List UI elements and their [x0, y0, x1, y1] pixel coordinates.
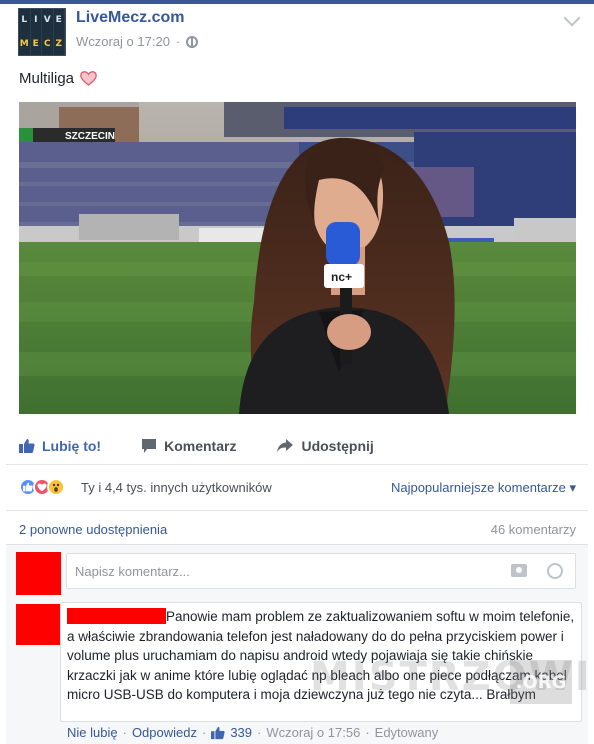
comment-timestamp[interactable]: Wczoraj o 17:56: [266, 725, 360, 740]
share-icon: [277, 439, 294, 453]
reaction-icons[interactable]: [19, 478, 65, 496]
like-button-label: Lubię to!: [42, 438, 102, 454]
avatar-letter: L: [19, 9, 31, 33]
caret-down-icon: ▾: [569, 480, 576, 495]
like-button[interactable]: Lubię to!: [19, 434, 101, 458]
shares-link[interactable]: 2 ponowne udostępnienia: [19, 522, 167, 537]
mic-logo-text: nc+: [331, 270, 352, 284]
emoji-icon[interactable]: [547, 563, 563, 579]
avatar-letter: E: [31, 33, 42, 55]
facebook-post: L I V E M E C Z LiveMecz.com Wczoraj o 1…: [0, 0, 594, 744]
current-user-avatar: [16, 552, 61, 595]
comment-button[interactable]: Komentarz: [141, 434, 236, 458]
post-meta: Wczoraj o 17:20 ·: [76, 34, 199, 49]
share-button[interactable]: Udostępnij: [276, 434, 374, 458]
meta-dot: ·: [257, 725, 262, 740]
avatar-letter: I: [31, 9, 42, 33]
comment-meta: Nie lubię · Odpowiedz · 339 · Wczoraj o …: [67, 725, 438, 740]
comment-input[interactable]: Napisz komentarz...: [66, 553, 576, 589]
post-text: Multiliga: [19, 70, 97, 87]
thumbs-up-icon: [19, 439, 35, 453]
comment-input-placeholder: Napisz komentarz...: [75, 564, 190, 579]
wow-reaction-icon: [47, 478, 65, 496]
post-stats: 2 ponowne udostępnienia 46 komentarzy: [19, 522, 576, 537]
commenter-name[interactable]: [67, 608, 166, 624]
meta-separator: ·: [175, 34, 181, 49]
camera-icon[interactable]: [511, 564, 527, 577]
meta-dot: ·: [122, 725, 127, 740]
comments-count[interactable]: 46 komentarzy: [491, 522, 576, 537]
avatar-letter: C: [42, 33, 54, 55]
comment-reply-link[interactable]: Odpowiedz: [132, 725, 197, 740]
post-actions: Lubię to! Komentarz Udostępnij: [19, 434, 576, 458]
meta-dot: ·: [365, 725, 370, 740]
commenter-avatar[interactable]: [16, 604, 61, 645]
divider: [6, 510, 588, 511]
meta-dot: ·: [201, 725, 207, 740]
reactions-summary[interactable]: Ty i 4,4 tys. innych użytkowników: [81, 480, 272, 495]
reactions-row: Ty i 4,4 tys. innych użytkowników Najpop…: [19, 478, 576, 500]
divider: [6, 464, 588, 465]
globe-icon: [186, 35, 199, 48]
post-message: Multiliga: [19, 70, 75, 87]
avatar-letter: E: [54, 9, 65, 33]
comment-edited-label[interactable]: Edytowany: [375, 725, 439, 740]
heart-icon: [80, 71, 97, 86]
comment-unlike-link[interactable]: Nie lubię: [67, 725, 118, 740]
comment-like-count[interactable]: 339: [230, 725, 252, 740]
comment-button-label: Komentarz: [164, 438, 237, 454]
post-photo[interactable]: SZCZECIN nc+: [19, 102, 576, 414]
avatar-letter: Z: [54, 33, 65, 55]
avatar-letter: V: [42, 9, 54, 33]
thumbs-up-icon: [211, 726, 225, 739]
photo-banner-text: SZCZECIN: [65, 131, 115, 142]
post-timestamp[interactable]: Wczoraj o 17:20: [76, 34, 170, 49]
post-header: L I V E M E C Z LiveMecz.com Wczoraj o 1…: [18, 6, 581, 56]
page-avatar[interactable]: L I V E M E C Z: [18, 8, 66, 56]
watermark-suffix: .ORG: [510, 660, 572, 704]
chevron-down-icon[interactable]: [563, 9, 581, 27]
avatar-letter: M: [19, 33, 31, 55]
comment-sort-dropdown[interactable]: Najpopularniejsze komentarze ▾: [391, 480, 576, 496]
comment-icon: [142, 439, 157, 453]
share-button-label: Udostępnij: [301, 438, 374, 454]
page-name-link[interactable]: LiveMecz.com: [76, 9, 184, 27]
comment-sort-label: Najpopularniejsze komentarze: [390, 480, 566, 495]
